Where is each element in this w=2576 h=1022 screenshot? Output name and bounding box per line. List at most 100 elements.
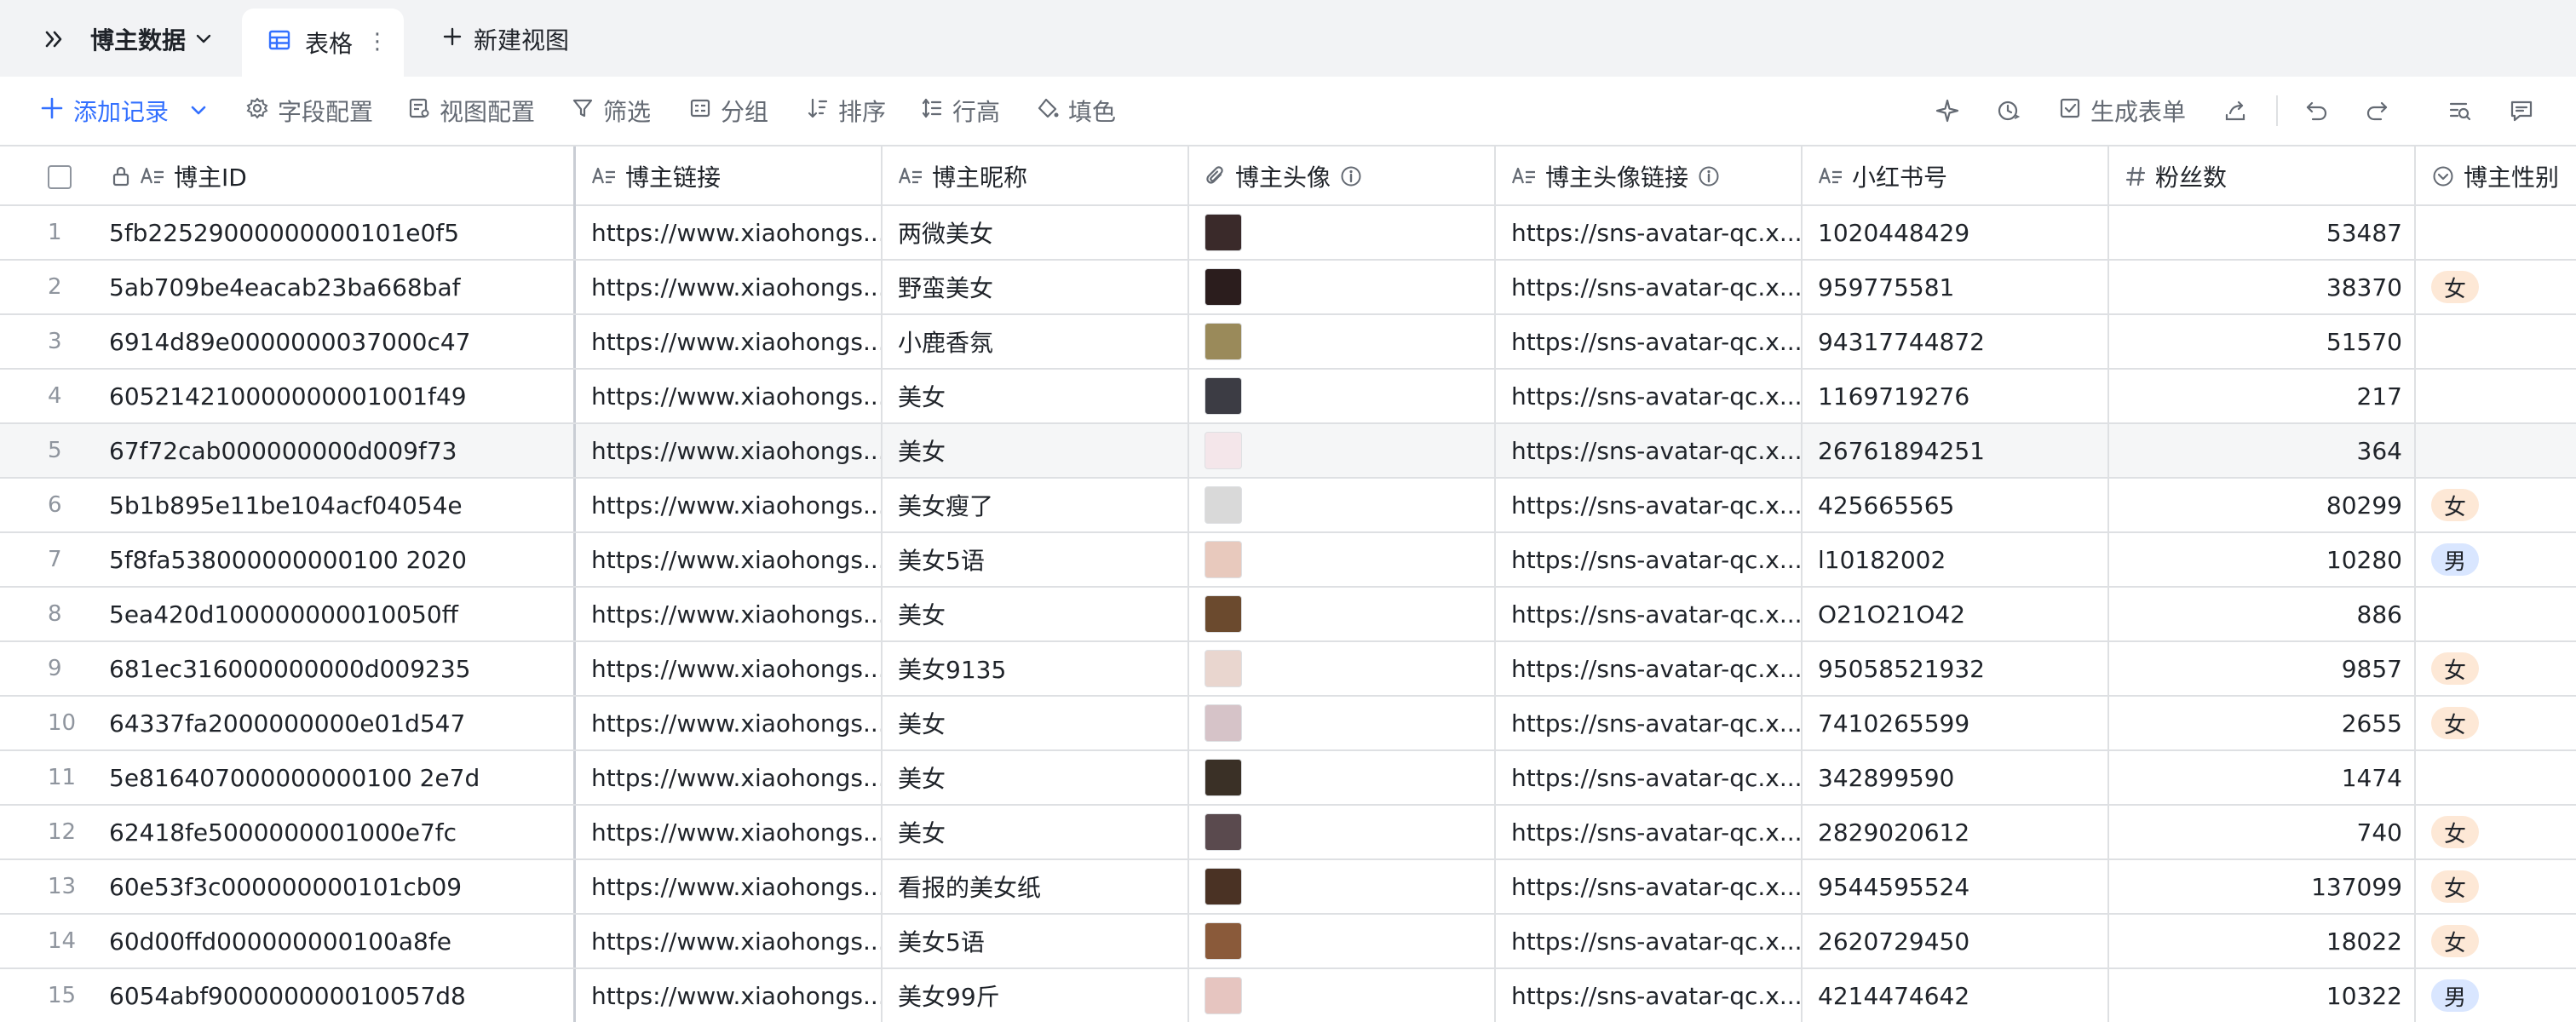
cell-id[interactable]: 5f8fa538000000000100 2020 bbox=[94, 533, 576, 586]
column-header-gender[interactable]: 博主性别 bbox=[2416, 146, 2576, 206]
cell-link[interactable]: https://www.xiaohongs... bbox=[576, 860, 883, 913]
table-row[interactable]: 3 6914d89e0000000037000c47 https://www.xia… bbox=[0, 315, 2576, 370]
column-header-avatar-link[interactable]: 博主头像链接 bbox=[1496, 146, 1803, 206]
cell-avatar-link[interactable]: https://sns-avatar-qc.x... bbox=[1496, 860, 1803, 913]
cell-fans[interactable]: 137099 bbox=[2109, 860, 2416, 913]
cell-gender[interactable] bbox=[2416, 206, 2576, 259]
cell-nickname[interactable]: 美女99斤 bbox=[883, 969, 1189, 1022]
cell-avatar-link[interactable]: https://sns-avatar-qc.x... bbox=[1496, 806, 1803, 858]
cell-link[interactable]: https://www.xiaohongs... bbox=[576, 588, 883, 640]
cell-id[interactable]: 67f72cab000000000d009f73 bbox=[94, 424, 576, 477]
cell-avatar-link[interactable]: https://sns-avatar-qc.x... bbox=[1496, 479, 1803, 531]
avatar-thumbnail[interactable] bbox=[1205, 759, 1242, 796]
cell-xhs[interactable]: 342899590 bbox=[1803, 751, 2109, 804]
cell-xhs[interactable]: 959775581 bbox=[1803, 261, 2109, 313]
cell-id[interactable]: 5e816407000000000100 2e7d bbox=[94, 751, 576, 804]
cell-gender[interactable] bbox=[2416, 751, 2576, 804]
cell-xhs[interactable]: 95058521932 bbox=[1803, 642, 2109, 695]
field-config-button[interactable]: 字段配置 bbox=[245, 94, 373, 128]
cell-fans[interactable]: 10322 bbox=[2109, 969, 2416, 1022]
avatar-thumbnail[interactable] bbox=[1205, 432, 1242, 469]
table-row[interactable]: 13 60e53f3c000000000101cb09 https://www.xi… bbox=[0, 860, 2576, 915]
row-height-button[interactable]: 行高 bbox=[920, 94, 1000, 128]
cell-xhs[interactable]: 1169719276 bbox=[1803, 370, 2109, 422]
group-button[interactable]: 分组 bbox=[688, 94, 768, 128]
cell-fans[interactable]: 80299 bbox=[2109, 479, 2416, 531]
cell-nickname[interactable]: 美女瘦了 bbox=[883, 479, 1189, 531]
cell-link[interactable]: https://www.xiaohongs... bbox=[576, 969, 883, 1022]
cell-xhs[interactable]: 2829020612 bbox=[1803, 806, 2109, 858]
cell-link[interactable]: https://www.xiaohongs... bbox=[576, 915, 883, 967]
cell-gender[interactable]: 女 bbox=[2416, 860, 2576, 913]
cell-link[interactable]: https://www.xiaohongs... bbox=[576, 697, 883, 749]
more-vertical-icon[interactable]: ⋮ bbox=[366, 31, 388, 53]
cell-avatar-link[interactable]: https://sns-avatar-qc.x... bbox=[1496, 370, 1803, 422]
cell-fans[interactable]: 740 bbox=[2109, 806, 2416, 858]
column-header-nickname[interactable]: 博主昵称 bbox=[883, 146, 1189, 206]
cell-xhs[interactable]: O21O21O42 bbox=[1803, 588, 2109, 640]
cell-nickname[interactable]: 美女 bbox=[883, 424, 1189, 477]
redo-icon[interactable] bbox=[2360, 94, 2394, 128]
cell-fans[interactable]: 217 bbox=[2109, 370, 2416, 422]
cell-gender[interactable]: 女 bbox=[2416, 261, 2576, 313]
cell-id[interactable]: 5fb22529000000000101e0f5 bbox=[94, 206, 576, 259]
expand-sidebar-icon[interactable] bbox=[37, 22, 72, 56]
cell-nickname[interactable]: 美女5语 bbox=[883, 533, 1189, 586]
tab-grid-view[interactable]: 表格 ⋮ bbox=[242, 9, 404, 77]
column-header-link[interactable]: 博主链接 bbox=[576, 146, 883, 206]
dataset-selector[interactable]: 博主数据 bbox=[90, 19, 213, 60]
cell-avatar[interactable] bbox=[1189, 642, 1496, 695]
cell-avatar[interactable] bbox=[1189, 588, 1496, 640]
share-icon[interactable] bbox=[2218, 94, 2252, 128]
cell-avatar[interactable] bbox=[1189, 424, 1496, 477]
cell-avatar-link[interactable]: https://sns-avatar-qc.x... bbox=[1496, 315, 1803, 368]
avatar-thumbnail[interactable] bbox=[1205, 486, 1242, 524]
cell-link[interactable]: https://www.xiaohongs... bbox=[576, 206, 883, 259]
cell-gender[interactable] bbox=[2416, 370, 2576, 422]
cell-id[interactable]: 62418fe5000000001000e7fc bbox=[94, 806, 576, 858]
cell-avatar-link[interactable]: https://sns-avatar-qc.x... bbox=[1496, 533, 1803, 586]
cell-nickname[interactable]: 小鹿香氛 bbox=[883, 315, 1189, 368]
cell-id[interactable]: 605214210000000001001f49 bbox=[94, 370, 576, 422]
avatar-thumbnail[interactable] bbox=[1205, 813, 1242, 851]
cell-avatar-link[interactable]: https://sns-avatar-qc.x... bbox=[1496, 261, 1803, 313]
avatar-thumbnail[interactable] bbox=[1205, 214, 1242, 251]
fill-color-button[interactable]: 填色 bbox=[1036, 94, 1116, 128]
cell-fans[interactable]: 38370 bbox=[2109, 261, 2416, 313]
cell-link[interactable]: https://www.xiaohongs... bbox=[576, 806, 883, 858]
cell-fans[interactable]: 53487 bbox=[2109, 206, 2416, 259]
table-row[interactable]: 8 5ea420d100000000010050ff https://www.xia… bbox=[0, 588, 2576, 642]
search-list-icon[interactable] bbox=[2443, 94, 2477, 128]
cell-fans[interactable]: 364 bbox=[2109, 424, 2416, 477]
cell-nickname[interactable]: 美女5语 bbox=[883, 915, 1189, 967]
table-row[interactable]: 11 5e816407000000000100 2e7d https://www.x… bbox=[0, 751, 2576, 806]
table-row[interactable]: 9 681ec316000000000d009235 https://www.xia… bbox=[0, 642, 2576, 697]
cell-avatar[interactable] bbox=[1189, 806, 1496, 858]
cell-gender[interactable]: 男 bbox=[2416, 533, 2576, 586]
cell-nickname[interactable]: 美女9135 bbox=[883, 642, 1189, 695]
cell-avatar-link[interactable]: https://sns-avatar-qc.x... bbox=[1496, 642, 1803, 695]
column-header-id[interactable]: 博主ID bbox=[94, 146, 576, 206]
cell-gender[interactable] bbox=[2416, 588, 2576, 640]
chevron-down-icon[interactable] bbox=[189, 97, 208, 125]
cell-avatar[interactable] bbox=[1189, 915, 1496, 967]
cell-avatar-link[interactable]: https://sns-avatar-qc.x... bbox=[1496, 751, 1803, 804]
ai-sparkle-icon[interactable] bbox=[1930, 94, 1964, 128]
cell-avatar[interactable] bbox=[1189, 261, 1496, 313]
cell-link[interactable]: https://www.xiaohongs... bbox=[576, 370, 883, 422]
view-config-button[interactable]: 视图配置 bbox=[407, 94, 535, 128]
avatar-thumbnail[interactable] bbox=[1205, 541, 1242, 578]
cell-avatar-link[interactable]: https://sns-avatar-qc.x... bbox=[1496, 588, 1803, 640]
table-row[interactable]: 12 62418fe5000000001000e7fc https://www.xi… bbox=[0, 806, 2576, 860]
cell-nickname[interactable]: 美女 bbox=[883, 806, 1189, 858]
cell-link[interactable]: https://www.xiaohongs... bbox=[576, 642, 883, 695]
cell-fans[interactable]: 18022 bbox=[2109, 915, 2416, 967]
table-row[interactable]: 6 5b1b895e11be104acf04054e https://www.xia… bbox=[0, 479, 2576, 533]
cell-xhs[interactable]: 26761894251 bbox=[1803, 424, 2109, 477]
cell-xhs[interactable]: 7410265599 bbox=[1803, 697, 2109, 749]
cell-avatar-link[interactable]: https://sns-avatar-qc.x... bbox=[1496, 697, 1803, 749]
comment-icon[interactable] bbox=[2504, 94, 2539, 128]
cell-id[interactable]: 5ab709be4eacab23ba668baf bbox=[94, 261, 576, 313]
info-icon[interactable] bbox=[1697, 164, 1721, 188]
cell-avatar[interactable] bbox=[1189, 697, 1496, 749]
